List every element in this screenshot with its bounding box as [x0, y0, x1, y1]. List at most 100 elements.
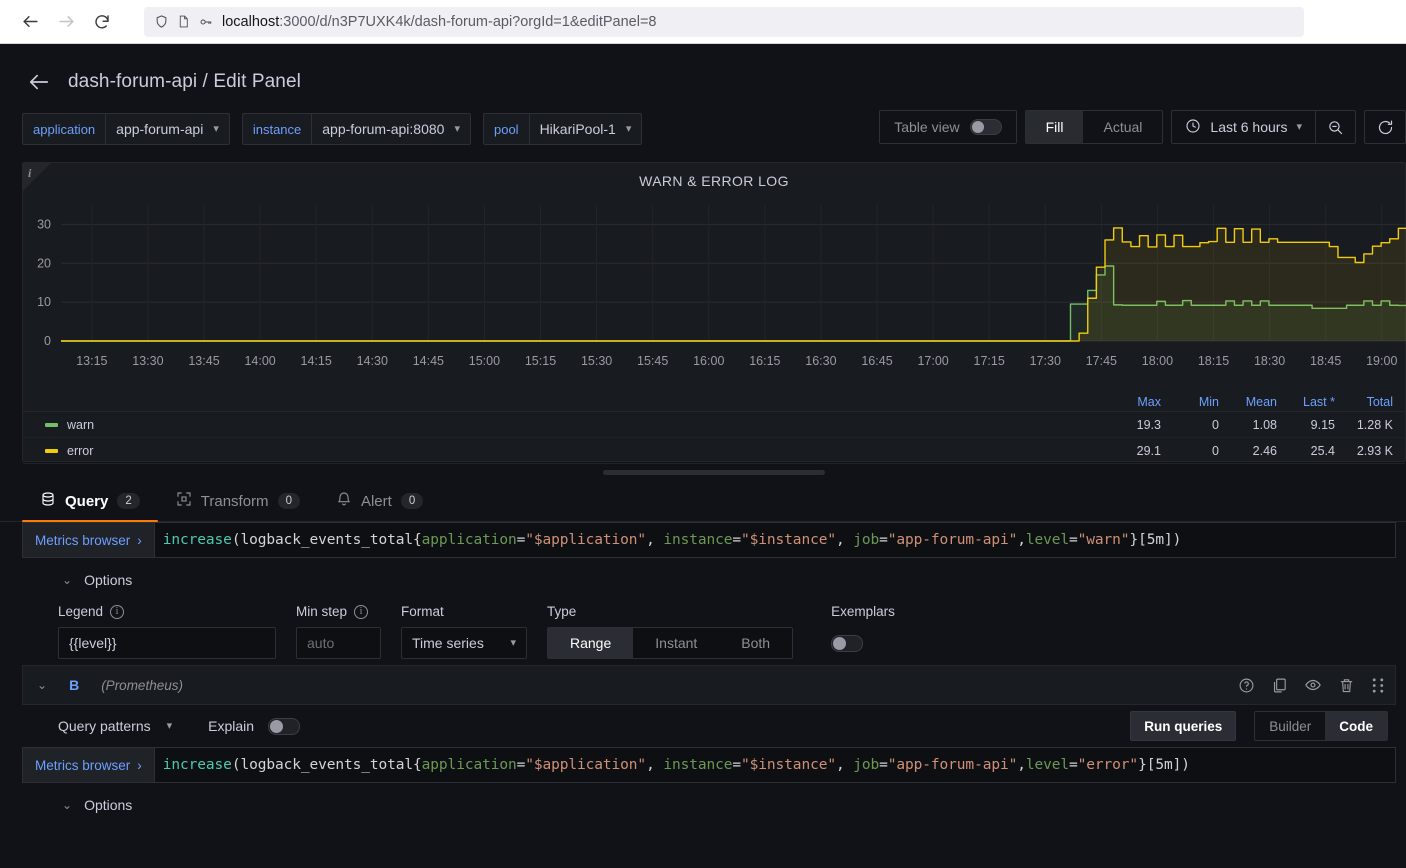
chevron-down-icon[interactable]: ⌄ — [37, 678, 47, 692]
table-view-switch[interactable] — [969, 119, 1002, 135]
clock-icon — [1185, 118, 1201, 137]
timeseries-chart[interactable]: 0 10 20 30 13:15 13:30 13:45 14:00 14:15 14:30 14:… — [23, 193, 1406, 393]
tab-transform-label: Transform — [200, 492, 269, 510]
chevron-down-icon: ▾ — [625, 122, 632, 135]
panel-resize-handle[interactable] — [603, 469, 825, 475]
query-b-code-text: increase(logback_events_total{applicatio… — [162, 757, 1190, 773]
svg-text:30: 30 — [37, 217, 51, 231]
type-option-both[interactable]: Both — [719, 628, 792, 658]
format-value: Time series — [412, 635, 484, 651]
url-bar[interactable]: localhost:3000/d/n3P7UXK4k/dash-forum-ap… — [144, 6, 1304, 37]
query-a-code-input[interactable]: increase(logback_events_total{applicatio… — [153, 522, 1396, 558]
legend-series-name: warn — [67, 417, 95, 432]
legend-value-mean: 1.08 — [1252, 417, 1277, 432]
page-icon — [177, 14, 190, 29]
panel-title: WARN & ERROR LOG — [639, 173, 789, 189]
legend-value-total: 1.28 K — [1356, 417, 1393, 432]
metrics-browser-button-a[interactable]: Metrics browser › — [22, 522, 154, 558]
variable-pool-label: pool — [482, 113, 529, 145]
min-step-input[interactable]: auto — [296, 627, 381, 659]
explain-switch[interactable] — [268, 717, 301, 735]
variable-application: application app-forum-api ▾ — [22, 113, 230, 145]
query-a-options-header[interactable]: ⌄ Options — [22, 572, 1396, 588]
exemplars-switch[interactable] — [831, 634, 864, 652]
query-b-datasource: (Prometheus) — [101, 677, 183, 693]
query-b-editor-row: Metrics browser › increase(logback_event… — [22, 747, 1396, 783]
chevron-down-icon: ▾ — [510, 636, 516, 649]
svg-text:18:00: 18:00 — [1142, 354, 1173, 368]
legend-col-last[interactable]: Last * — [1277, 395, 1335, 409]
chart-legend: Max Min Mean Last * Total warn 19.3 0 1.… — [23, 395, 1405, 464]
query-a-block: Metrics browser › increase(logback_event… — [22, 522, 1396, 665]
reload-icon[interactable] — [86, 6, 118, 38]
table-view-toggle[interactable]: Table view — [879, 110, 1017, 144]
tab-transform-badge: 0 — [277, 493, 300, 509]
legend-series-name: error — [67, 443, 94, 458]
legend-col-min[interactable]: Min — [1161, 395, 1219, 409]
legend-field-label: Legend i — [58, 604, 276, 619]
legend-value-min: 0 — [1212, 417, 1219, 432]
svg-text:15:15: 15:15 — [525, 354, 556, 368]
code-mode-button[interactable]: Code — [1325, 712, 1387, 740]
time-range-button[interactable]: Last 6 hours ▾ — [1172, 111, 1315, 143]
format-select[interactable]: Time series ▾ — [401, 627, 527, 659]
legend-input[interactable]: {{level}} — [58, 627, 276, 659]
type-option-range[interactable]: Range — [548, 628, 634, 658]
visualization-panel: i WARN & ERROR LOG 0 10 20 30 13:15 13:30 13:4… — [22, 162, 1406, 464]
svg-text:16:45: 16:45 — [861, 354, 892, 368]
variable-pool-select[interactable]: HikariPool-1 ▾ — [528, 113, 643, 145]
run-queries-button[interactable]: Run queries — [1130, 711, 1237, 741]
legend-series-error[interactable]: error — [45, 444, 1103, 458]
explain-toggle[interactable]: Explain — [208, 717, 301, 735]
legend-header-row: Max Min Mean Last * Total — [23, 395, 1405, 412]
duplicate-icon[interactable] — [1271, 677, 1288, 694]
query-b-options-header[interactable]: ⌄ Options — [22, 797, 1396, 813]
drag-handle-icon[interactable] — [1371, 677, 1385, 694]
tab-transform[interactable]: Transform 0 — [158, 491, 318, 521]
forward-arrow-icon[interactable] — [50, 6, 82, 38]
query-b-refid[interactable]: B — [69, 677, 79, 693]
refresh-icon[interactable] — [1364, 110, 1406, 144]
chart-plot-area[interactable]: 0 10 20 30 13:15 13:30 13:45 14:00 14:15 14:30 14:… — [23, 193, 1406, 393]
svg-text:13:45: 13:45 — [188, 354, 219, 368]
actual-button[interactable]: Actual — [1083, 111, 1162, 143]
legend-col-mean[interactable]: Mean — [1219, 395, 1277, 409]
metrics-browser-button-b[interactable]: Metrics browser › — [22, 747, 154, 783]
legend-row-warn[interactable]: warn 19.3 0 1.08 9.15 1.28 K — [23, 412, 1405, 438]
info-icon[interactable]: i — [110, 604, 125, 619]
transform-icon — [176, 491, 192, 511]
svg-text:19:00: 19:00 — [1366, 354, 1397, 368]
svg-text:14:15: 14:15 — [301, 354, 332, 368]
eye-icon[interactable] — [1304, 676, 1322, 694]
variable-application-select[interactable]: app-forum-api ▾ — [105, 113, 230, 145]
help-icon[interactable] — [1238, 677, 1255, 694]
trash-icon[interactable] — [1338, 677, 1355, 694]
svg-text:18:30: 18:30 — [1254, 354, 1285, 368]
info-icon[interactable]: i — [354, 604, 369, 619]
builder-mode-button[interactable]: Builder — [1255, 712, 1325, 740]
tab-query-badge: 2 — [117, 493, 140, 509]
query-b-code-input[interactable]: increase(logback_events_total{applicatio… — [153, 747, 1396, 783]
fill-button[interactable]: Fill — [1025, 111, 1084, 143]
query-b-toolbar-right: Run queries Builder Code — [1130, 711, 1388, 741]
legend-row-error[interactable]: error 29.1 0 2.46 25.4 2.93 K — [23, 438, 1405, 464]
type-option-instant[interactable]: Instant — [633, 628, 719, 658]
back-arrow-icon[interactable] — [14, 6, 46, 38]
info-icon[interactable]: i — [28, 166, 31, 181]
min-step-field: Min step i auto — [296, 604, 381, 659]
legend-col-max[interactable]: Max — [1103, 395, 1161, 409]
chevron-down-icon: ▾ — [454, 122, 460, 135]
svg-text:14:30: 14:30 — [357, 354, 388, 368]
svg-text:16:15: 16:15 — [749, 354, 780, 368]
back-to-dashboard-button[interactable] — [28, 71, 50, 93]
tab-alert[interactable]: Alert 0 — [318, 491, 441, 521]
zoom-out-icon[interactable] — [1315, 111, 1355, 143]
query-b-toolbar: Query patterns ▾ Explain Run queries Bui… — [22, 705, 1396, 747]
query-patterns-dropdown[interactable]: Query patterns ▾ — [58, 718, 172, 734]
tab-query[interactable]: Query 2 — [22, 491, 158, 522]
legend-value-max: 19.3 — [1136, 417, 1161, 432]
chevron-right-icon: › — [137, 757, 142, 773]
variable-instance-select[interactable]: app-forum-api:8080 ▾ — [311, 113, 471, 145]
legend-col-total[interactable]: Total — [1335, 395, 1393, 409]
legend-series-warn[interactable]: warn — [45, 418, 1103, 432]
